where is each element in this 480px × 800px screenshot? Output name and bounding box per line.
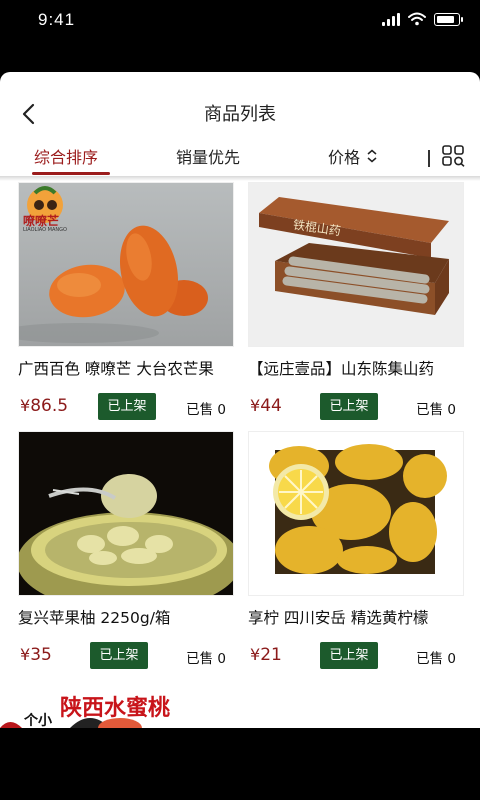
active-tab-indicator [32,172,110,175]
sort-bar: 综合排序 销量优先 价格 [0,134,480,176]
product-price: ¥21 [250,645,282,665]
product-list-sheet: 商品列表 综合排序 销量优先 价格 嘹嘹芒 LIAOLIAO MANGO 广西百… [0,72,480,728]
status-time: 9:41 [38,10,76,29]
product-image-lemon [248,431,464,596]
product-image-mango: 嘹嘹芒 LIAOLIAO MANGO [18,182,234,347]
product-image-pomelo [18,431,234,596]
price-value: 86.5 [30,396,69,416]
product-name[interactable]: 享柠 四川安岳 精选黄柠檬 [248,606,462,628]
price-symbol: ¥ [20,645,31,664]
product-price: ¥86.5 [20,396,68,416]
status-badge[interactable]: 已上架 [98,393,156,420]
sold-count: 已售 0 [186,651,226,667]
price-value: 35 [30,645,52,665]
page-title: 商品列表 [204,104,276,125]
product-meta: ¥44 已上架 已售 0 [248,393,464,423]
status-badge[interactable]: 已上架 [320,393,378,420]
price-symbol: ¥ [250,645,261,664]
price-tab-label: 价格 [328,148,361,167]
price-value: 44 [260,396,282,416]
battery-icon [434,12,463,26]
status-bar: 9:41 [0,0,480,44]
cellular-signal-icon [382,12,400,26]
product-image-yam: 铁棍山药 [248,182,464,347]
sort-updown-icon [367,149,377,163]
sold-count: 已售 0 [416,651,456,667]
product-name[interactable]: 复兴苹果柚 2250g/箱 [18,606,232,628]
status-badge[interactable]: 已上架 [320,642,378,669]
product-card-partial[interactable]: 陕西水蜜桃 个小 [0,684,480,728]
price-value: 21 [260,645,282,665]
status-badge[interactable]: 已上架 [90,642,148,669]
product-card[interactable]: 享柠 四川安岳 精选黄柠檬 ¥21 已上架 已售 0 [248,431,464,672]
product-name[interactable]: 【远庄壹品】山东陈集山药 [248,357,462,379]
price-symbol: ¥ [250,396,261,415]
sort-divider [428,150,430,167]
product-price: ¥35 [20,645,52,665]
product-meta: ¥35 已上架 已售 0 [18,642,234,672]
sort-bar-shadow [0,176,480,181]
product-card[interactable]: 嘹嘹芒 LIAOLIAO MANGO 广西百色 嘹嘹芒 大台农芒果 ¥86.5 … [18,182,234,423]
wifi-icon [408,12,426,26]
sold-count: 已售 0 [186,402,226,418]
product-price: ¥44 [250,396,282,416]
tab-price[interactable]: 价格 [328,144,378,168]
product-meta: ¥86.5 已上架 已售 0 [18,393,234,423]
sold-count: 已售 0 [416,402,456,418]
tab-comprehensive-sort[interactable]: 综合排序 [34,144,98,168]
price-symbol: ¥ [20,396,31,415]
product-name[interactable]: 广西百色 嘹嘹芒 大台农芒果 [18,357,232,379]
status-icons [382,12,463,26]
product-card[interactable]: 复兴苹果柚 2250g/箱 ¥35 已上架 已售 0 [18,431,234,672]
grid-view-icon[interactable] [442,145,466,167]
product-card[interactable]: 铁棍山药 【远庄壹品】山东陈集山药 ¥44 已上架 已售 0 [248,182,464,423]
tab-sales-first[interactable]: 销量优先 [176,144,240,168]
promo-decoration [0,718,142,728]
product-meta: ¥21 已上架 已售 0 [248,642,464,672]
logo-subtext: LIAOLIAO MANGO [23,227,67,233]
